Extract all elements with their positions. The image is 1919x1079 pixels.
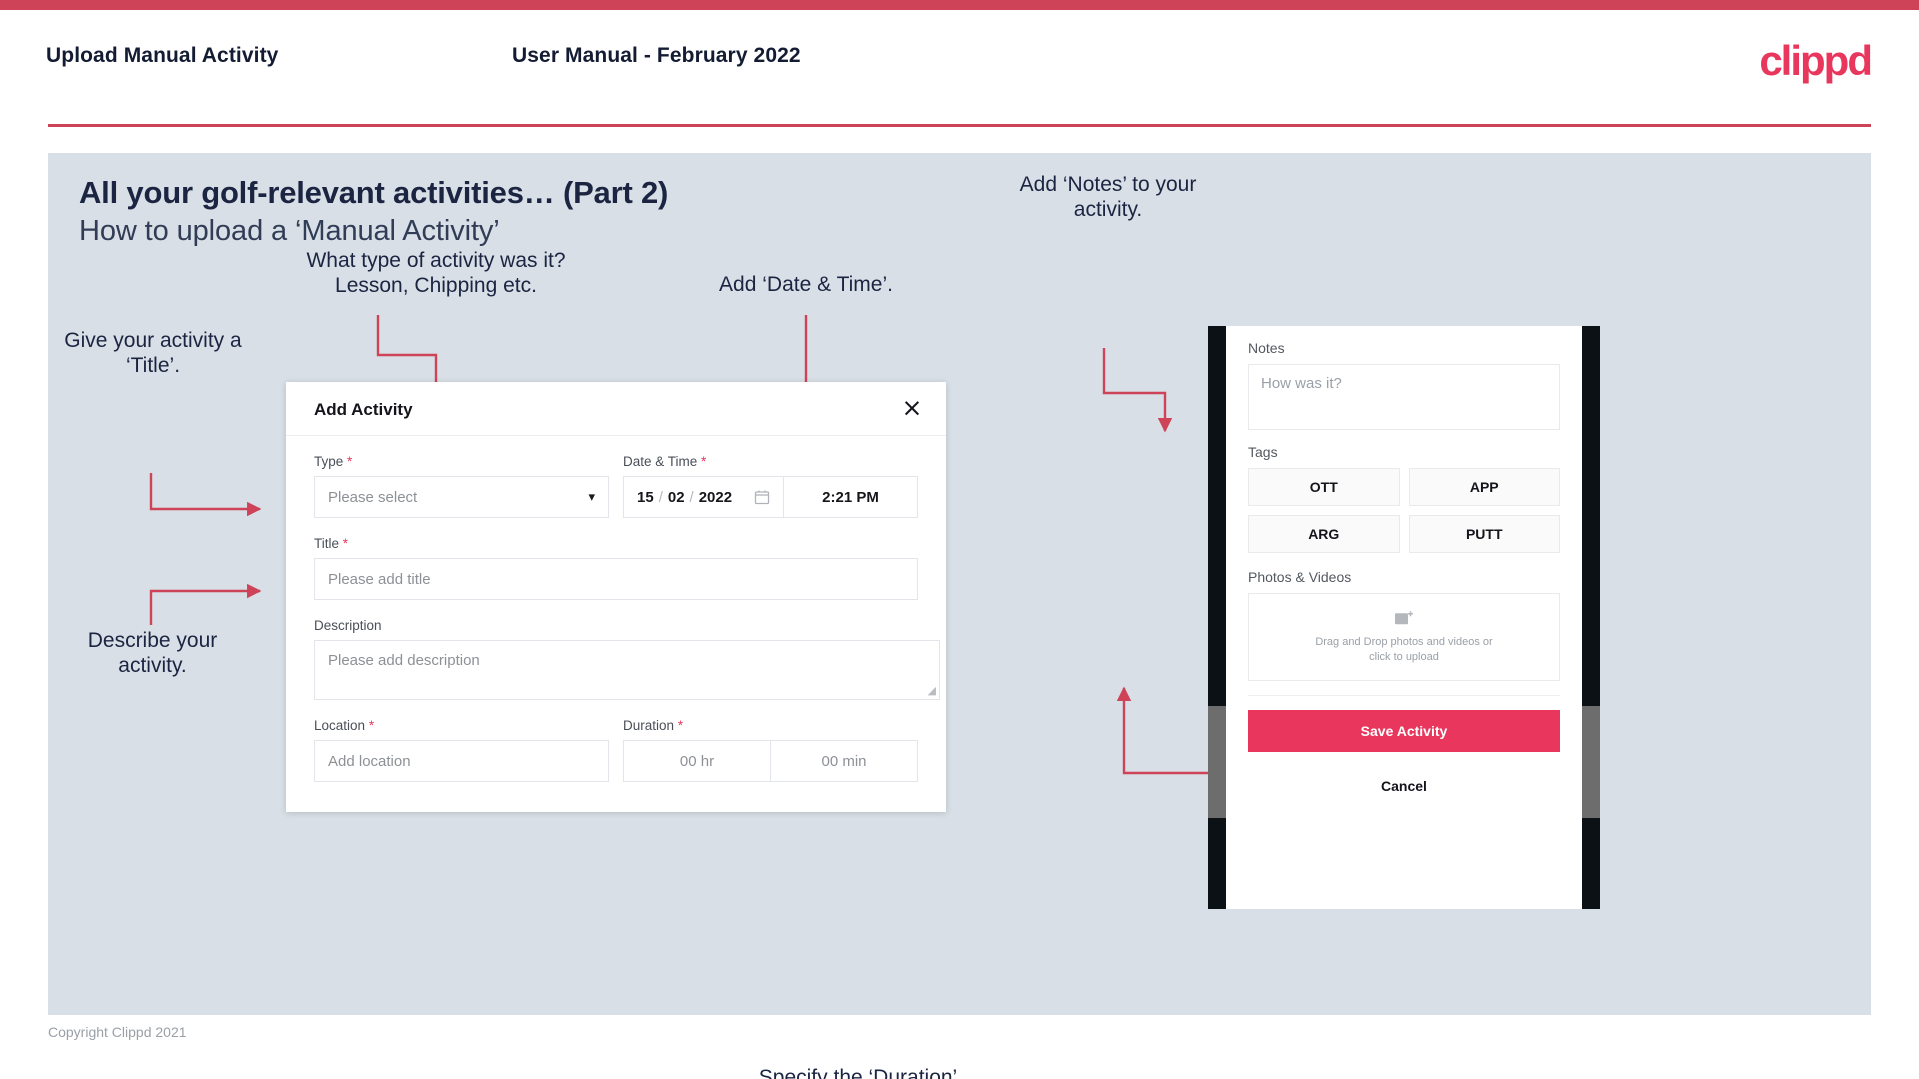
- type-placeholder: Please select: [328, 488, 418, 506]
- field-description: Description Please add description ◢: [314, 618, 940, 700]
- annotation-datetime: Add ‘Date & Time’.: [719, 273, 893, 296]
- type-required-marker: *: [347, 454, 353, 469]
- row-type-datetime: Type * Please select ▾ Date & Time * 15 …: [314, 454, 918, 518]
- duration-required-marker: *: [677, 718, 684, 733]
- description-placeholder: Please add description: [328, 652, 480, 669]
- tag-arg[interactable]: ARG: [1248, 515, 1400, 553]
- tags-label: Tags: [1248, 444, 1278, 460]
- add-image-icon: [1395, 610, 1413, 624]
- datetime-required-marker: *: [701, 454, 707, 469]
- duration-minutes-placeholder: 00 min: [821, 752, 867, 770]
- page-title: Upload Manual Activity: [46, 44, 279, 67]
- top-accent-bar: [0, 0, 1919, 10]
- location-label: Location *: [314, 718, 609, 733]
- dialog-body: Type * Please select ▾ Date & Time * 15 …: [286, 454, 946, 782]
- clippd-logo: clippd: [1759, 37, 1873, 84]
- type-label: Type *: [314, 454, 609, 469]
- datetime-label-text: Date & Time: [623, 454, 698, 469]
- header-subtitle: User Manual - February 2022: [512, 44, 801, 67]
- phone-left-bezel: [1208, 326, 1226, 909]
- save-activity-button[interactable]: Save Activity: [1248, 710, 1560, 752]
- dialog-header: Add Activity ×: [286, 382, 946, 436]
- phone-right-bezel: [1582, 326, 1600, 909]
- type-select[interactable]: Please select ▾: [314, 476, 609, 518]
- header-divider: [48, 124, 1871, 127]
- title-label: Title *: [314, 536, 918, 551]
- duration-hours-placeholder: 00 hr: [679, 752, 715, 770]
- slide-heading: All your golf-relevant activities… (Part…: [79, 175, 669, 210]
- type-label-text: Type: [314, 454, 344, 469]
- add-activity-dialog: Add Activity × Type * Please select ▾ Da…: [286, 382, 946, 812]
- annotation-duration: Specify the ‘Duration’ of your activity.: [758, 1066, 958, 1079]
- duration-label: Duration *: [623, 718, 918, 733]
- dropzone-line-2: click to upload: [1369, 650, 1439, 663]
- photo-dropzone[interactable]: Drag and Drop photos and videos or click…: [1248, 593, 1560, 681]
- datetime-group: 15 / 02 / 2022 2:21 PM: [623, 476, 918, 518]
- slide-canvas: All your golf-relevant activities… (Part…: [48, 153, 1871, 1079]
- date-month: 02: [667, 488, 685, 506]
- location-required-marker: *: [368, 718, 375, 733]
- annotation-type: What type of activity was it? Lesson, Ch…: [306, 249, 566, 297]
- field-location: Location * Add location: [314, 718, 609, 782]
- duration-hours-input[interactable]: 00 hr: [624, 741, 771, 781]
- time-input[interactable]: 2:21 PM: [784, 477, 917, 517]
- calendar-icon[interactable]: [754, 489, 770, 505]
- phone-divider: [1248, 695, 1560, 696]
- notes-placeholder: How was it?: [1261, 375, 1342, 392]
- phone-left-scrollbar[interactable]: [1208, 706, 1226, 818]
- notes-textarea[interactable]: How was it?: [1248, 364, 1560, 430]
- field-duration: Duration * 00 hr 00 min: [623, 718, 918, 782]
- phone-right-scrollbar[interactable]: [1582, 706, 1600, 818]
- time-value: 2:21 PM: [822, 488, 879, 506]
- row-description: Description Please add description ◢: [314, 618, 940, 700]
- datetime-label: Date & Time *: [623, 454, 918, 469]
- description-label-text: Description: [314, 618, 382, 633]
- date-input[interactable]: 15 / 02 / 2022: [624, 477, 784, 517]
- annotation-notes: Add ‘Notes’ to your activity.: [1019, 173, 1197, 221]
- cancel-button[interactable]: Cancel: [1248, 778, 1560, 794]
- location-input[interactable]: Add location: [314, 740, 609, 782]
- date-sep-2: /: [689, 488, 694, 506]
- tags-grid: OTT APP ARG PUTT: [1248, 468, 1560, 553]
- description-label: Description: [314, 618, 940, 633]
- location-label-text: Location: [314, 718, 366, 733]
- slide-root: Upload Manual Activity User Manual - Feb…: [0, 0, 1919, 1079]
- location-placeholder: Add location: [328, 752, 411, 770]
- row-location-duration: Location * Add location Duration * 00 hr…: [314, 718, 918, 782]
- phone-screen: Notes How was it? Tags OTT APP ARG PUTT …: [1226, 326, 1582, 909]
- field-title: Title * Please add title: [314, 536, 918, 600]
- dialog-title: Add Activity: [314, 400, 413, 419]
- field-type: Type * Please select ▾: [314, 454, 609, 518]
- resize-grip-icon[interactable]: ◢: [928, 684, 936, 697]
- tag-putt[interactable]: PUTT: [1408, 515, 1560, 553]
- chevron-down-icon: ▾: [588, 489, 595, 505]
- title-input[interactable]: Please add title: [314, 558, 918, 600]
- close-icon[interactable]: ×: [898, 393, 926, 421]
- duration-group: 00 hr 00 min: [623, 740, 918, 782]
- slide-subheading: How to upload a ‘Manual Activity’: [79, 215, 500, 247]
- title-label-text: Title: [314, 536, 340, 551]
- photos-label: Photos & Videos: [1248, 569, 1352, 585]
- field-datetime: Date & Time * 15 / 02 / 2022 2:21 PM: [623, 454, 918, 518]
- annotation-description: Describe your activity.: [87, 629, 218, 677]
- tag-app[interactable]: APP: [1408, 468, 1560, 506]
- date-year: 2022: [698, 488, 733, 506]
- row-title: Title * Please add title: [314, 536, 918, 600]
- dropzone-text: Drag and Drop photos and videos or click…: [1315, 635, 1492, 665]
- date-sep-1: /: [658, 488, 663, 506]
- description-textarea[interactable]: Please add description ◢: [314, 640, 940, 700]
- annotation-title: Give your activity a ‘Title’.: [64, 329, 242, 377]
- duration-minutes-input[interactable]: 00 min: [771, 741, 917, 781]
- date-day: 15: [637, 488, 654, 506]
- duration-label-text: Duration: [623, 718, 675, 733]
- copyright-text: Copyright Clippd 2021: [48, 1024, 187, 1040]
- notes-label: Notes: [1248, 340, 1285, 356]
- title-placeholder: Please add title: [328, 570, 431, 588]
- mobile-mockup: Notes How was it? Tags OTT APP ARG PUTT …: [1208, 326, 1600, 909]
- tag-ott[interactable]: OTT: [1248, 468, 1400, 506]
- title-required-marker: *: [342, 536, 349, 551]
- dropzone-line-1: Drag and Drop photos and videos or: [1315, 635, 1493, 648]
